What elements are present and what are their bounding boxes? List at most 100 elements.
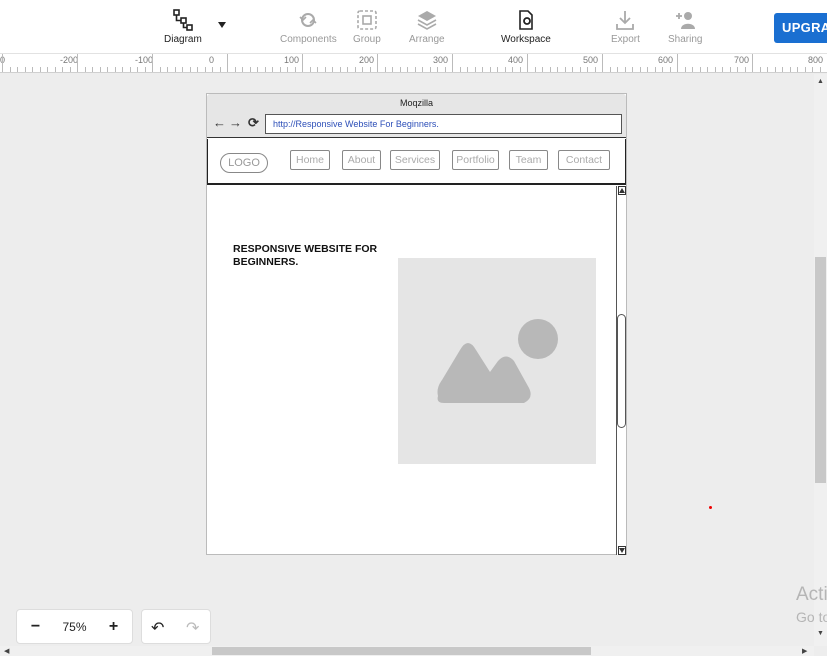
nav-about-button[interactable]: About (342, 150, 381, 170)
scroll-right-icon[interactable]: ▶ (802, 647, 807, 655)
nav-home-button[interactable]: Home (290, 150, 330, 170)
undo-icon[interactable]: ↶ (151, 618, 164, 638)
canvas-vertical-scroll-thumb[interactable] (815, 257, 826, 483)
ruler-tick (534, 67, 536, 72)
ruler-tick (189, 67, 191, 72)
ruler-label: 0 (209, 55, 215, 65)
browser-header: Moqzilla ← → ⟳ http://Responsive Website… (207, 94, 626, 138)
ruler-tick (624, 67, 626, 72)
nav-portfolio-button[interactable]: Portfolio (452, 150, 499, 170)
ruler-tick (242, 67, 243, 72)
ruler-tick (812, 67, 813, 72)
ruler-tick (294, 67, 296, 72)
diagram-dropdown-caret-icon[interactable] (218, 22, 226, 28)
ruler-tick (264, 67, 266, 72)
ruler-tick (392, 67, 393, 72)
canvas-horizontal-scroll-thumb[interactable] (212, 647, 591, 655)
ruler-tick (654, 67, 656, 72)
ruler-tick (474, 67, 476, 72)
nav-contact-button[interactable]: Contact (558, 150, 610, 170)
nav-team-button[interactable]: Team (509, 150, 548, 170)
ruler-tick (69, 67, 71, 72)
browser-mockup[interactable]: Moqzilla ← → ⟳ http://Responsive Website… (206, 93, 627, 555)
group-button[interactable]: Group (353, 9, 381, 45)
ruler-tick (197, 67, 198, 72)
activation-watermark-sub: Go to (796, 609, 827, 625)
diagram-button[interactable]: Diagram (164, 9, 202, 45)
ruler-label: 600 (658, 55, 674, 65)
ruler-tick (62, 67, 63, 72)
ruler-tick (444, 67, 446, 72)
ruler-tick (159, 67, 161, 72)
scroll-down-icon[interactable]: ▼ (817, 630, 824, 637)
ruler-tick (227, 54, 228, 72)
scroll-up-arrow-icon[interactable] (618, 186, 626, 195)
ruler-tick (54, 67, 56, 72)
ruler-tick (47, 67, 48, 72)
ruler-tick (137, 67, 138, 72)
ruler-tick (542, 67, 543, 72)
scroll-down-arrow-icon[interactable] (618, 546, 626, 555)
ruler-label: -100 (135, 55, 154, 65)
logo-placeholder[interactable]: LOGO (220, 153, 268, 173)
ruler-tick (369, 67, 371, 72)
ruler-tick (174, 67, 176, 72)
reload-icon: ⟳ (248, 115, 259, 130)
ruler-tick (309, 67, 311, 72)
sharing-button[interactable]: Sharing (668, 9, 702, 45)
zoom-in-button[interactable]: + (103, 618, 123, 636)
ruler-tick (219, 67, 221, 72)
components-icon (299, 13, 317, 27)
ruler-tick (107, 67, 108, 72)
diagram-icon (173, 9, 193, 31)
sharing-label: Sharing (668, 34, 703, 45)
ruler-tick (677, 54, 678, 72)
hero-heading[interactable]: RESPONSIVE WEBSITE FOR BEGINNERS. (233, 243, 393, 269)
ruler-tick (2, 54, 3, 72)
ruler-tick (272, 67, 273, 72)
url-field[interactable]: http://Responsive Website For Beginners. (265, 114, 622, 134)
arrange-label: Arrange (409, 34, 445, 45)
ruler-tick (32, 67, 33, 72)
ruler-tick (737, 67, 738, 72)
workspace-button[interactable]: Workspace (501, 9, 551, 45)
ruler-tick (564, 67, 566, 72)
ruler-tick (512, 67, 513, 72)
nav-services-button[interactable]: Services (390, 150, 440, 170)
redo-icon[interactable]: ↷ (186, 618, 199, 638)
ruler-tick (752, 54, 753, 72)
scroll-up-icon[interactable]: ▲ (817, 78, 824, 85)
scroll-left-icon[interactable]: ◀ (4, 647, 9, 655)
ruler-label: 100 (284, 55, 300, 65)
ruler-label: 800 (808, 55, 824, 65)
zoom-level: 75% (62, 619, 87, 634)
ruler-tick (204, 67, 206, 72)
components-button[interactable]: Components (280, 9, 337, 45)
canvas-vertical-scrollbar[interactable]: ▲ ▼ (814, 74, 827, 646)
ruler-tick (339, 67, 341, 72)
image-placeholder[interactable] (398, 258, 596, 464)
export-label: Export (611, 34, 640, 45)
ruler-tick (302, 54, 303, 72)
ruler-tick (647, 67, 648, 72)
zoom-out-button[interactable]: − (25, 618, 45, 636)
mockup-scroll-thumb[interactable] (617, 314, 626, 428)
mockup-vertical-scrollbar[interactable] (616, 186, 626, 555)
ruler-tick (429, 67, 431, 72)
ruler-tick (182, 67, 183, 72)
ruler-tick (549, 67, 551, 72)
ruler-tick (669, 67, 671, 72)
canvas-horizontal-scrollbar[interactable]: ◀ ▶ (0, 646, 814, 656)
ruler-tick (497, 67, 498, 72)
ruler-tick (729, 67, 731, 72)
ruler-tick (804, 67, 806, 72)
download-icon (616, 11, 635, 30)
ruler-tick (347, 67, 348, 72)
upgrade-button[interactable]: UPGRA (774, 13, 827, 43)
ruler-tick (167, 67, 168, 72)
ruler-tick (362, 67, 363, 72)
arrange-button[interactable]: Arrange (409, 9, 445, 45)
site-navbar: LOGO Home About Services Portfolio Team … (207, 139, 626, 185)
export-button[interactable]: Export (611, 9, 640, 45)
ruler-tick (519, 67, 521, 72)
